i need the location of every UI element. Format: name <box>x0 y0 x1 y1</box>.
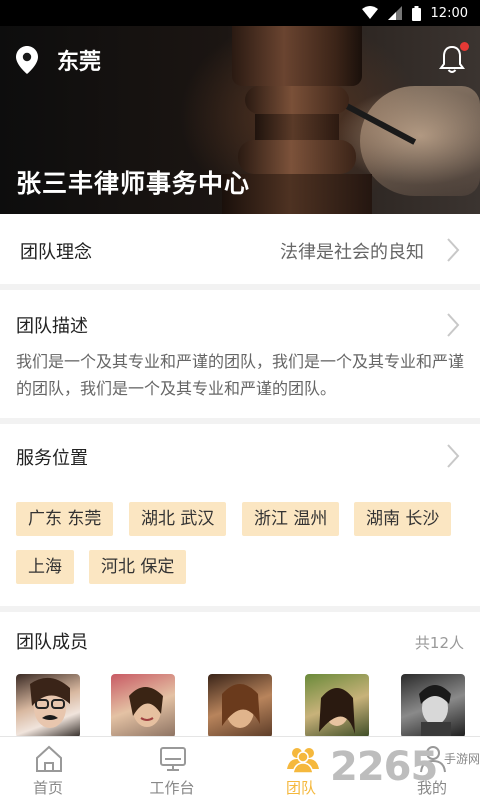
notification-badge <box>460 42 469 51</box>
signal-icon <box>387 6 402 20</box>
monitor-icon <box>160 747 186 771</box>
chevron-right-icon <box>447 313 460 337</box>
service-locations-row[interactable]: 服务位置 广东 东莞 湖北 武汉 浙江 温州 湖南 长沙 上海 河北 保定 <box>0 424 480 606</box>
status-bar: 12:00 <box>0 0 480 26</box>
chevron-right-icon <box>447 444 460 468</box>
wifi-icon <box>361 6 378 19</box>
member-avatar[interactable] <box>208 674 272 738</box>
tab-home[interactable]: 首页 <box>0 737 96 800</box>
watermark-text: 手游网 <box>443 752 480 766</box>
team-members-label: 团队成员 <box>16 632 88 653</box>
tab-home-label: 首页 <box>32 779 63 797</box>
watermark-number: 2265 <box>330 744 438 790</box>
tab-workbench[interactable]: 工作台 <box>124 737 220 800</box>
city-selector[interactable]: 东莞 <box>57 44 101 76</box>
home-icon <box>36 745 62 772</box>
tab-workbench-label: 工作台 <box>149 779 195 797</box>
team-description-row[interactable]: 团队描述 我们是一个及其专业和严谨的团队，我们是一个及其专业和严谨的团队，我们是… <box>0 290 480 418</box>
gavel-ring-shape <box>245 86 349 114</box>
team-concept-label: 团队理念 <box>20 242 92 263</box>
team-concept-row[interactable]: 团队理念 法律是社会的良知 <box>0 214 480 284</box>
gavel-ring-shape <box>238 140 356 174</box>
chevron-right-icon <box>447 238 460 262</box>
location-tag[interactable]: 浙江 温州 <box>242 502 340 536</box>
member-avatar[interactable] <box>305 674 369 738</box>
location-tag[interactable]: 湖南 长沙 <box>354 502 452 536</box>
gavel-head-shape <box>232 26 362 86</box>
page-title: 张三丰律师事务中心 <box>16 169 251 198</box>
location-tag[interactable]: 湖北 武汉 <box>129 502 227 536</box>
team-description-text: 我们是一个及其专业和严谨的团队，我们是一个及其专业和严谨的团队，我们是一个及其专… <box>16 352 465 398</box>
location-tag[interactable]: 河北 保定 <box>89 550 187 584</box>
location-tag[interactable]: 广东 东莞 <box>16 502 114 536</box>
team-icon <box>287 748 319 773</box>
team-concept-value: 法律是社会的良知 <box>280 242 424 263</box>
gavel-ring-shape <box>255 114 339 140</box>
location-pin-icon[interactable] <box>16 46 38 74</box>
service-locations-label: 服务位置 <box>16 448 88 469</box>
member-count: 共12人 <box>414 634 464 652</box>
location-tag[interactable]: 上海 <box>16 550 74 584</box>
battery-icon <box>411 5 421 21</box>
status-time: 12:00 <box>430 5 468 21</box>
member-avatar[interactable] <box>16 674 80 738</box>
member-avatar[interactable] <box>111 674 175 738</box>
team-description-label: 团队描述 <box>16 316 88 337</box>
watermark: 2265 手游网 <box>330 742 480 800</box>
hero-hand-shape <box>360 86 480 196</box>
member-avatar[interactable] <box>401 674 465 738</box>
